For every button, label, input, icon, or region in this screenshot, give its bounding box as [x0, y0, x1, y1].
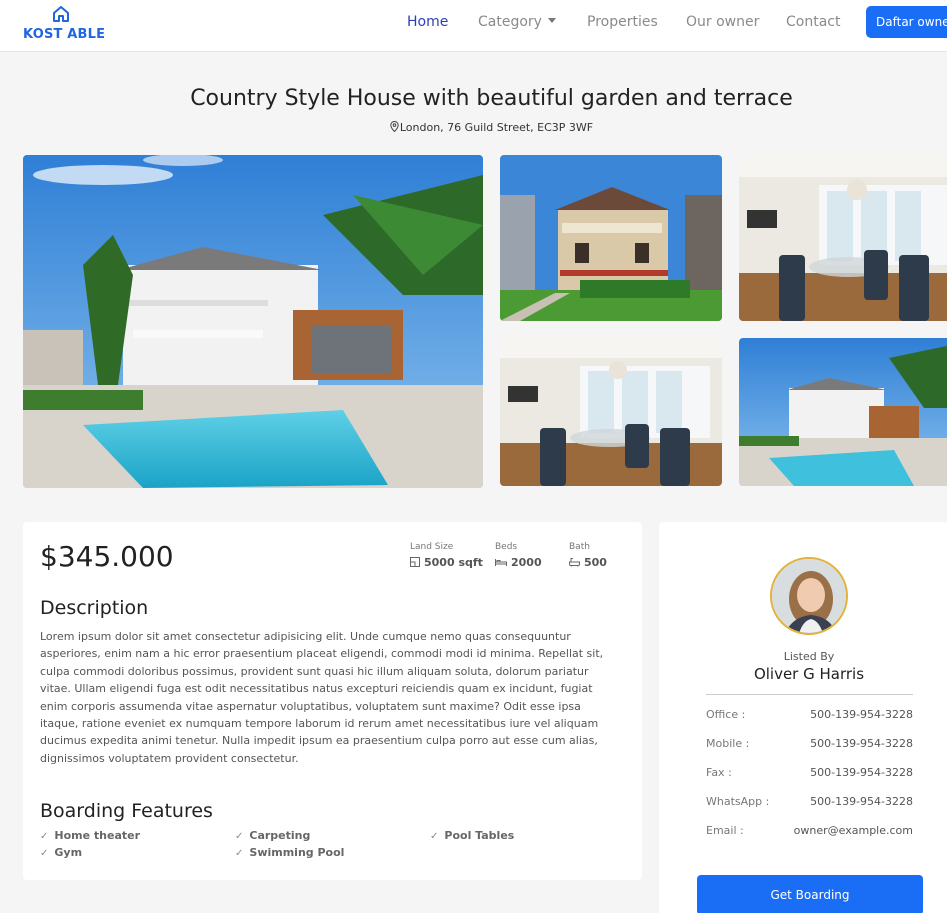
stat-bath: Bath 500 [569, 542, 607, 569]
description-heading: Description [40, 597, 149, 619]
stat-value-text: 500 [584, 556, 607, 569]
house-icon [53, 6, 69, 22]
contact-value-email[interactable]: owner@example.com [794, 824, 913, 837]
feature-label: Pool Tables [444, 829, 515, 842]
property-address: London, 76 Guild Street, EC3P 3WF [0, 120, 947, 134]
contact-value-whatsapp[interactable]: 500-139-954-3228 [810, 795, 913, 808]
feature-label: Swimming Pool [249, 846, 345, 859]
feature-label: Carpeting [249, 829, 311, 842]
check-icon: ✓ [40, 831, 49, 842]
stat-label: Bath [569, 542, 590, 552]
property-price: $345.000 [40, 540, 174, 573]
feature-label: Gym [54, 846, 83, 859]
photo-house-front[interactable] [500, 155, 722, 321]
check-icon: ✓ [235, 848, 244, 859]
nav-properties[interactable]: Properties [587, 14, 658, 30]
description-text: Lorem ipsum dolor sit amet consectetur a… [40, 630, 604, 765]
ruler-icon [410, 557, 420, 567]
bath-icon [569, 558, 580, 567]
divider [706, 694, 913, 695]
feature-label: Home theater [54, 829, 141, 842]
feature-item: ✓ Home theater [40, 829, 140, 842]
check-icon: ✓ [235, 831, 244, 842]
check-icon: ✓ [430, 831, 439, 842]
nav-our-owner[interactable]: Our owner [686, 14, 759, 30]
features-heading: Boarding Features [40, 800, 213, 822]
brand-logo[interactable]: KOST ABLE [23, 2, 106, 46]
agent-name: Oliver G Harris [753, 665, 865, 683]
stat-value: 2000 [495, 556, 542, 569]
feature-item: ✓ Pool Tables [430, 829, 514, 842]
avatar [770, 557, 848, 635]
nav-category-label: Category [478, 14, 542, 30]
contact-label-email: Email : [706, 824, 744, 837]
brand-name: KOST ABLE [23, 27, 106, 42]
contact-value-mobile[interactable]: 500-139-954-3228 [810, 737, 913, 750]
location-pin-icon [390, 120, 399, 133]
property-title: Country Style House with beautiful garde… [190, 86, 793, 111]
stat-label: Land Size [410, 542, 454, 552]
feature-item: ✓ Carpeting [235, 829, 310, 842]
listed-by-label: Listed By [783, 650, 835, 663]
contact-label-whatsapp: WhatsApp : [706, 795, 770, 808]
navbar: KOST ABLE Home Category Properties Our o… [0, 0, 947, 52]
contact-label-office: Office : [706, 708, 746, 721]
check-icon: ✓ [40, 848, 49, 859]
get-boarding-button[interactable]: Get Boarding [697, 875, 923, 913]
contact-label-fax: Fax : [706, 766, 732, 779]
agent-card: Listed By Oliver G Harris Office : 500-1… [659, 522, 947, 913]
contact-value-fax[interactable]: 500-139-954-3228 [810, 766, 913, 779]
chevron-down-icon [547, 17, 556, 23]
stat-value-text: 2000 [511, 556, 542, 569]
nav-home[interactable]: Home [407, 14, 448, 30]
register-owner-button[interactable]: Daftar owner [866, 6, 947, 38]
stat-value: 500 [569, 556, 607, 569]
feature-item: ✓ Swimming Pool [235, 846, 344, 859]
main-photo-exterior-pool[interactable] [23, 155, 483, 488]
stat-beds: Beds 2000 [495, 542, 542, 569]
stat-value: 5000 sqft [410, 556, 483, 569]
bed-icon [495, 559, 507, 566]
photo-dining-room-2[interactable] [500, 338, 722, 486]
nav-contact[interactable]: Contact [786, 14, 840, 30]
stat-value-text: 5000 sqft [424, 556, 483, 569]
property-details-card: $345.000 Land Size 5000 sqft Beds 2000 B… [23, 522, 642, 880]
stat-label: Beds [495, 542, 518, 552]
address-text: London, 76 Guild Street, EC3P 3WF [399, 121, 594, 134]
photo-exterior-pool-2[interactable] [739, 338, 947, 486]
contact-value-office[interactable]: 500-139-954-3228 [810, 708, 913, 721]
contact-label-mobile: Mobile : [706, 737, 750, 750]
feature-item: ✓ Gym [40, 846, 82, 859]
photo-dining-room[interactable] [739, 155, 947, 321]
nav-category[interactable]: Category [478, 14, 556, 30]
stat-land-size: Land Size 5000 sqft [410, 542, 483, 569]
